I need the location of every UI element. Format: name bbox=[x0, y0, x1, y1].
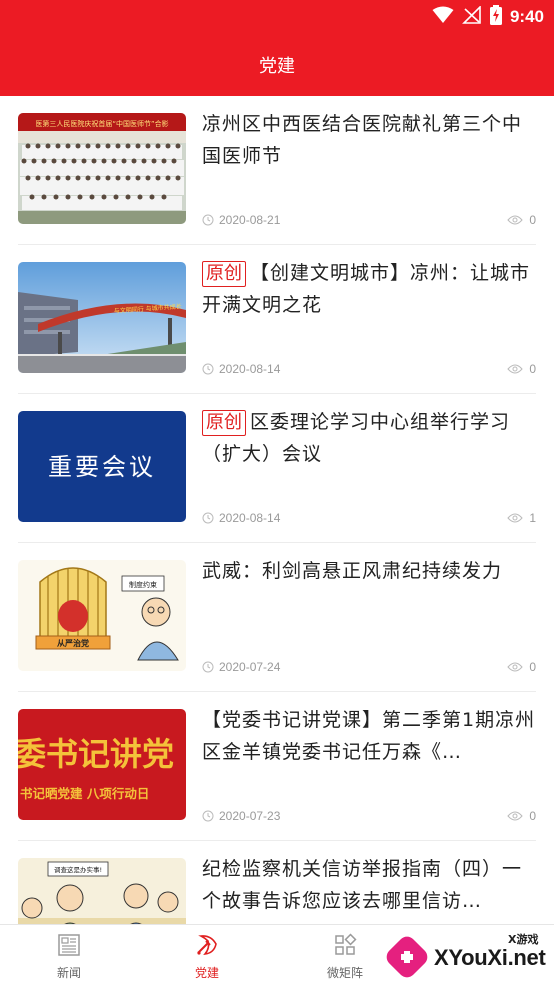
original-badge: 原创 bbox=[202, 410, 246, 436]
news-thumbnail: 与文明同行 与城市共成长 bbox=[18, 262, 186, 373]
news-date: 2020-08-14 bbox=[202, 511, 280, 525]
news-views-count: 0 bbox=[529, 660, 536, 674]
newspaper-icon bbox=[57, 933, 81, 961]
news-title-text: 凉州区中西医结合医院献礼第三个中国医师节 bbox=[202, 113, 523, 167]
nav-label: 微矩阵 bbox=[326, 966, 363, 980]
meeting-card-image: 重要会议 bbox=[18, 411, 186, 522]
news-views: 0 bbox=[507, 362, 536, 376]
page-title: 党建 bbox=[259, 56, 295, 77]
watermark-brand-text: XYouXi.net bbox=[434, 945, 546, 970]
nav-item-party[interactable]: 党建 bbox=[138, 925, 276, 986]
news-views: 1 bbox=[507, 511, 536, 525]
news-date-text: 2020-08-21 bbox=[219, 213, 281, 227]
eye-icon bbox=[507, 513, 523, 523]
news-title[interactable]: 武威：利剑高悬正风肃纪持续发力 bbox=[202, 555, 536, 587]
news-views-count: 0 bbox=[529, 213, 536, 227]
news-meta: 2020-08-14 1 bbox=[202, 511, 536, 529]
news-item-1[interactable]: 医第三人民医院庆祝首届“中国医师节”合影 凉州区中西医结合医院献礼第三个中国医师… bbox=[18, 96, 536, 245]
news-title-text: 武威：利剑高悬正风肃纪持续发力 bbox=[202, 560, 503, 582]
news-title[interactable]: 凉州区中西医结合医院献礼第三个中国医师节 bbox=[202, 108, 536, 172]
news-date-text: 2020-07-23 bbox=[219, 809, 281, 823]
news-thumbnail: 从严治党 制度约束 bbox=[18, 560, 186, 671]
petition-cartoon: 调查这是办实事! bbox=[18, 858, 186, 924]
news-thumbnail: 委书记讲党 书记晒党建 八项行动日 bbox=[18, 709, 186, 820]
news-date: 2020-07-23 bbox=[202, 809, 280, 823]
news-date-text: 2020-08-14 bbox=[219, 362, 281, 376]
news-list[interactable]: 医第三人民医院庆祝首届“中国医师节”合影 凉州区中西医结合医院献礼第三个中国医师… bbox=[0, 96, 554, 924]
news-date-text: 2020-07-24 bbox=[219, 660, 281, 674]
news-title[interactable]: 原创 【创建文明城市】凉州：让城市开满文明之花 bbox=[202, 257, 536, 321]
news-title[interactable]: 原创 区委理论学习中心组举行学习（扩大）会议 bbox=[202, 406, 536, 470]
news-meta: 2020-07-23 0 bbox=[202, 809, 536, 827]
news-views-count: 1 bbox=[529, 511, 536, 525]
speech-bubble-text: 制度约束 bbox=[129, 580, 157, 589]
banner-headline-text: 委书记讲党 bbox=[18, 735, 174, 773]
battery-charging-icon bbox=[489, 5, 502, 29]
watermark-logo bbox=[386, 936, 428, 978]
wifi-icon bbox=[432, 6, 454, 28]
speech-bubble-text: 调查这是办实事! bbox=[54, 865, 102, 874]
news-thumbnail: 重要会议 bbox=[18, 411, 186, 522]
original-badge: 原创 bbox=[202, 261, 246, 287]
news-item-6[interactable]: 调查这是办实事! 纪检监察机关信访举报指南（四）一个故事告诉您应该去哪里信访… bbox=[18, 841, 536, 924]
clock-icon bbox=[202, 810, 214, 822]
clock-icon bbox=[202, 363, 214, 375]
eye-icon bbox=[507, 215, 523, 225]
news-date-text: 2020-08-14 bbox=[219, 511, 281, 525]
news-date: 2020-08-21 bbox=[202, 213, 280, 227]
eye-icon bbox=[507, 662, 523, 672]
eye-icon bbox=[507, 364, 523, 374]
news-views: 0 bbox=[507, 809, 536, 823]
news-title-text: 【党委书记讲党课】第二季第1期凉州区金羊镇党委书记任万森《… bbox=[202, 709, 536, 763]
watermark: X游戏 XYouXi.net bbox=[384, 928, 550, 984]
nav-label: 党建 bbox=[194, 966, 219, 980]
news-date: 2020-07-24 bbox=[202, 660, 280, 674]
news-views: 0 bbox=[507, 660, 536, 674]
news-title-text: 区委理论学习中心组举行学习（扩大）会议 bbox=[202, 411, 511, 465]
cartoon-label-text: 从严治党 bbox=[57, 638, 89, 648]
news-meta: 2020-08-21 0 bbox=[202, 213, 536, 231]
clock-icon bbox=[202, 512, 214, 524]
news-item-2[interactable]: 与文明同行 与城市共成长 原创 【创建文明城市】凉州：让城市开满文明之花 2020… bbox=[18, 245, 536, 394]
birdcage-cartoon: 从严治党 制度约束 bbox=[18, 560, 186, 671]
nav-label: 新闻 bbox=[56, 966, 81, 980]
banner-text: 医第三人民医院庆祝首届“中国医师节”合影 bbox=[35, 119, 168, 128]
status-time: 9:40 bbox=[509, 7, 544, 26]
news-views-count: 0 bbox=[529, 809, 536, 823]
news-views: 0 bbox=[507, 213, 536, 227]
clock-icon bbox=[202, 214, 214, 226]
status-icons: 9:40 bbox=[432, 5, 544, 29]
news-views-count: 0 bbox=[529, 362, 536, 376]
doctors-group-photo: 医第三人民医院庆祝首届“中国医师节”合影 bbox=[18, 113, 186, 224]
city-gate-photo: 与文明同行 与城市共成长 bbox=[18, 262, 186, 373]
news-item-5[interactable]: 委书记讲党 书记晒党建 八项行动日 【党委书记讲党课】第二季第1期凉州区金羊镇党… bbox=[18, 692, 536, 841]
grid-matrix-icon bbox=[333, 933, 357, 961]
news-meta: 2020-07-24 0 bbox=[202, 660, 536, 678]
party-lecture-banner: 委书记讲党 书记晒党建 八项行动日 bbox=[18, 709, 186, 820]
news-date: 2020-08-14 bbox=[202, 362, 280, 376]
nav-item-news[interactable]: 新闻 bbox=[0, 925, 138, 986]
news-item-3[interactable]: 重要会议 原创 区委理论学习中心组举行学习（扩大）会议 2020-08-14 1 bbox=[18, 394, 536, 543]
party-emblem-icon bbox=[195, 933, 219, 961]
news-title[interactable]: 【党委书记讲党课】第二季第1期凉州区金羊镇党委书记任万森《… bbox=[202, 704, 536, 768]
news-thumbnail: 调查这是办实事! bbox=[18, 858, 186, 924]
news-title[interactable]: 纪检监察机关信访举报指南（四）一个故事告诉您应该去哪里信访… bbox=[202, 853, 536, 917]
news-item-4[interactable]: 从严治党 制度约束 武威：利剑高悬正风肃纪持续发力 2020-07-24 0 bbox=[18, 543, 536, 692]
clock-icon bbox=[202, 661, 214, 673]
signal-off-icon bbox=[462, 5, 482, 28]
status-bar: 9:40 bbox=[0, 0, 554, 34]
banner-subline-text: 书记晒党建 八项行动日 bbox=[20, 786, 149, 801]
news-meta: 2020-08-14 0 bbox=[202, 362, 536, 380]
eye-icon bbox=[507, 811, 523, 821]
app-bar: 党建 bbox=[0, 34, 554, 96]
news-title-text: 【创建文明城市】凉州：让城市开满文明之花 bbox=[202, 262, 531, 316]
thumbnail-caption: 重要会议 bbox=[48, 453, 156, 481]
news-thumbnail: 医第三人民医院庆祝首届“中国医师节”合影 bbox=[18, 113, 186, 224]
news-title-text: 纪检监察机关信访举报指南（四）一个故事告诉您应该去哪里信访… bbox=[202, 858, 523, 912]
